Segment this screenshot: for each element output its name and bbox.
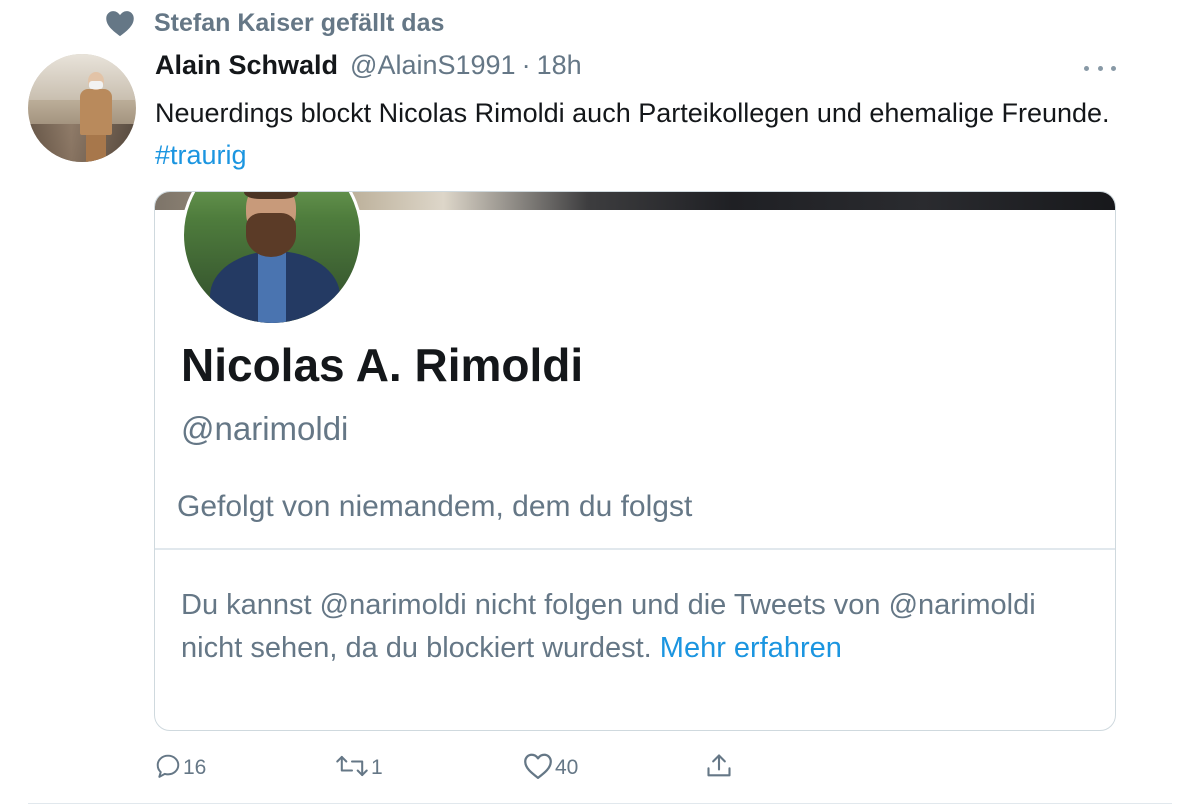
like-button[interactable]: 40 (523, 748, 578, 788)
tweet-header: Alain Schwald @AlainS1991 · 18h (155, 50, 582, 86)
separator-dot: · (521, 50, 531, 80)
tweet-divider (28, 803, 1172, 804)
hashtag-link[interactable]: #traurig (155, 140, 247, 170)
blocked-text: Du kannst @narimoldi nicht folgen und di… (181, 589, 1036, 664)
share-button[interactable] (705, 748, 733, 788)
tweet-page: Stefan Kaiser gefällt das Alain Schwald … (0, 0, 1200, 811)
social-context: Stefan Kaiser gefällt das (104, 6, 444, 40)
retweet-icon (335, 753, 369, 784)
blocked-notice: Du kannst @narimoldi nicht folgen und di… (181, 584, 1081, 670)
learn-more-link: Mehr erfahren (659, 632, 842, 664)
profile-handle: @narimoldi (181, 410, 349, 447)
embedded-screenshot[interactable]: Nicolas A. Rimoldi @narimoldi Gefolgt vo… (154, 191, 1116, 731)
tweet-actions: 16 1 40 (155, 748, 755, 788)
social-context-text[interactable]: Stefan Kaiser gefällt das (154, 9, 444, 38)
like-icon (523, 752, 553, 785)
author-avatar[interactable] (28, 54, 136, 162)
divider (155, 548, 1115, 550)
heart-icon (104, 7, 136, 39)
author-name[interactable]: Alain Schwald (155, 50, 338, 81)
reply-count: 16 (183, 756, 207, 779)
tweet-timestamp[interactable]: 18h (537, 50, 582, 81)
profile-picture (181, 192, 363, 326)
tweet-text: Neuerdings blockt Nicolas Rimoldi auch P… (155, 92, 1115, 176)
reply-button[interactable]: 16 (155, 748, 206, 788)
followed-by-text: Gefolgt von niemandem, dem du folgst (177, 490, 693, 523)
profile-display-name: Nicolas A. Rimoldi (181, 339, 584, 391)
author-handle[interactable]: @AlainS1991 (350, 50, 516, 81)
retweet-count: 1 (371, 756, 383, 779)
tweet-body: Neuerdings blockt Nicolas Rimoldi auch P… (155, 98, 1110, 128)
reply-icon (155, 753, 181, 784)
share-icon (705, 752, 733, 785)
retweet-button[interactable]: 1 (335, 748, 383, 788)
like-count: 40 (555, 756, 579, 779)
more-options-icon[interactable] (1084, 58, 1116, 78)
